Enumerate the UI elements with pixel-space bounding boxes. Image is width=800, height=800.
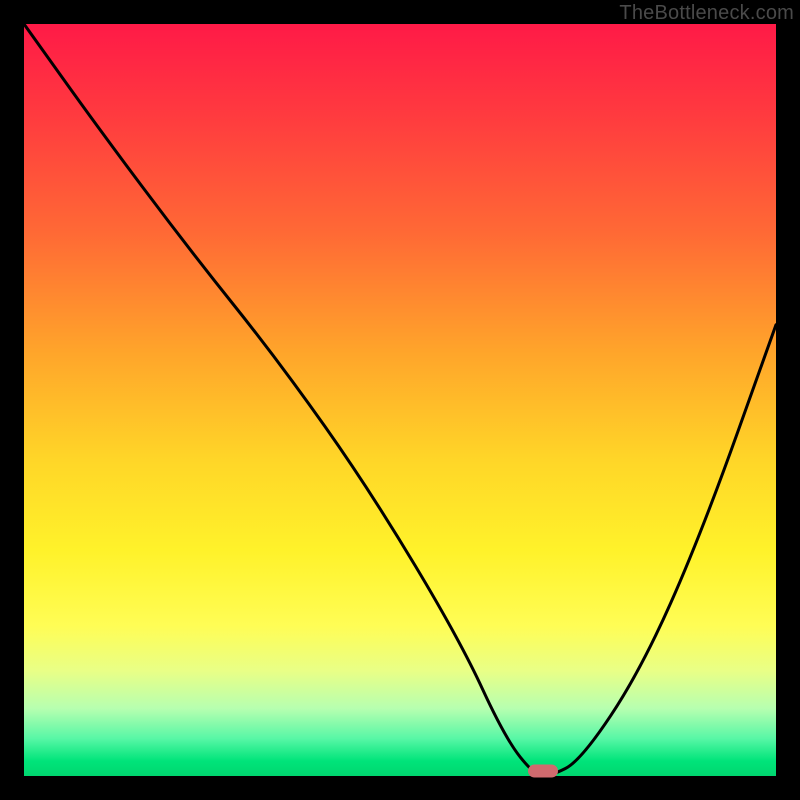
chart-frame: TheBottleneck.com	[0, 0, 800, 800]
bottleneck-curve	[24, 24, 776, 776]
watermark-text: TheBottleneck.com	[619, 2, 794, 25]
plot-area	[24, 24, 776, 776]
optimum-marker	[528, 765, 558, 778]
